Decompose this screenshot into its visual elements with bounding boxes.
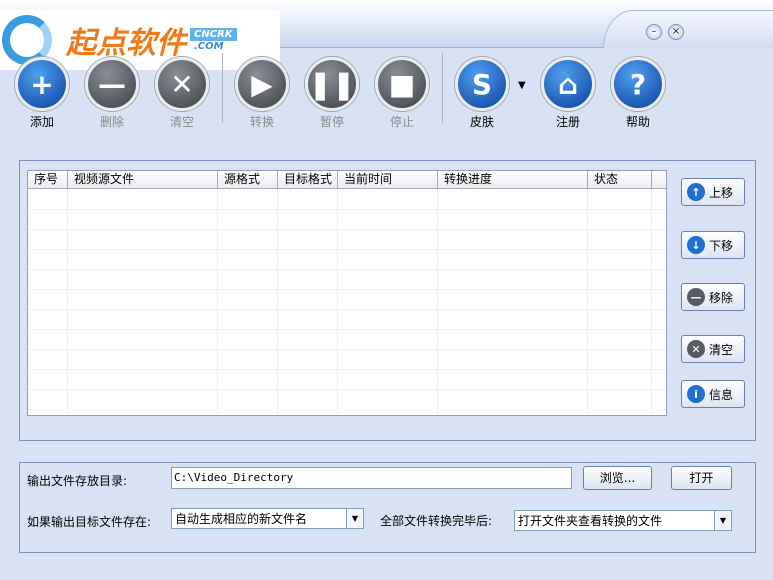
title-tab: – × [603, 10, 773, 48]
column-gridline [651, 189, 652, 415]
remove-label: 移除 [709, 290, 734, 305]
row-gridline [28, 349, 666, 350]
column-header[interactable]: 视频源文件 [68, 171, 218, 189]
remove-icon: — [687, 288, 705, 306]
move-up-button[interactable]: ↑ 上移 [681, 178, 745, 206]
column-header[interactable]: 序号 [28, 171, 68, 189]
logo-badge: CNCRK [190, 28, 237, 41]
stop-label: 停止 [389, 115, 414, 129]
column-gridline [277, 189, 278, 415]
convert-button[interactable]: ▶ 转换 [232, 57, 292, 130]
exists-label: 如果输出目标文件存在: [27, 515, 152, 529]
register-button[interactable]: ⌂ 注册 [538, 57, 598, 130]
add-icon: + [15, 57, 69, 111]
after-label: 全部文件转换完毕后: [380, 514, 493, 528]
skin-icon: S [455, 57, 509, 111]
output-dir-label: 输出文件存放目录: [27, 474, 128, 488]
column-header[interactable]: 状态 [588, 171, 652, 189]
column-header[interactable]: 源格式 [218, 171, 278, 189]
convert-icon: ▶ [235, 57, 289, 111]
add-button[interactable]: + 添加 [12, 57, 72, 130]
convert-label: 转换 [249, 115, 274, 129]
move-up-icon: ↑ [687, 183, 705, 201]
stop-button[interactable]: ■ 停止 [372, 57, 432, 130]
pause-label: 暂停 [319, 115, 344, 129]
skin-button[interactable]: S 皮肤 [452, 57, 512, 130]
output-dir-input[interactable]: C:\Video_Directory [171, 467, 572, 489]
move-down-label: 下移 [709, 238, 734, 253]
close-button[interactable]: × [668, 24, 684, 40]
move-down-button[interactable]: ↓ 下移 [681, 231, 745, 259]
open-button[interactable]: 打开 [671, 466, 732, 490]
row-gridline [28, 369, 666, 370]
row-gridline [28, 289, 666, 290]
clear-label: 清空 [169, 115, 194, 129]
logo-text: 起点软件 [66, 26, 186, 61]
column-header[interactable]: 转换进度 [438, 171, 588, 189]
delete-label: 删除 [99, 115, 124, 129]
skin-dropdown-icon[interactable]: ▼ [518, 80, 526, 91]
chevron-down-icon[interactable]: ▼ [714, 511, 731, 530]
column-header[interactable]: 目标格式 [278, 171, 338, 189]
info-button[interactable]: i 信息 [681, 380, 745, 408]
pause-button[interactable]: ❚❚ 暂停 [302, 57, 362, 130]
info-label: 信息 [709, 387, 734, 402]
column-gridline [337, 189, 338, 415]
after-value: 打开文件夹查看转换的文件 [518, 514, 663, 528]
file-table[interactable]: 序号 视频源文件 源格式 目标格式 当前时间 转换进度 状态 [27, 170, 667, 416]
pause-icon: ❚❚ [305, 57, 359, 111]
move-down-icon: ↓ [687, 236, 705, 254]
register-label: 注册 [555, 115, 580, 129]
after-select[interactable]: 打开文件夹查看转换的文件 ▼ [514, 510, 732, 531]
skin-label: 皮肤 [469, 115, 494, 129]
toolbar-separator [442, 53, 443, 123]
column-header[interactable]: 当前时间 [338, 171, 438, 189]
row-gridline [28, 309, 666, 310]
clear-icon: ✕ [155, 57, 209, 111]
exists-select[interactable]: 自动生成相应的新文件名 ▼ [171, 508, 364, 529]
row-gridline [28, 329, 666, 330]
toolbar-separator [222, 53, 223, 123]
chevron-down-icon[interactable]: ▼ [346, 509, 363, 528]
help-label: 帮助 [625, 115, 650, 129]
move-up-label: 上移 [709, 185, 734, 200]
stop-icon: ■ [375, 57, 429, 111]
column-gridline [217, 189, 218, 415]
clear-list-icon: ✕ [687, 340, 705, 358]
exists-value: 自动生成相应的新文件名 [175, 512, 308, 526]
column-gridline [587, 189, 588, 415]
row-gridline [28, 269, 666, 270]
info-icon: i [687, 385, 705, 403]
delete-icon: — [85, 57, 139, 111]
column-gridline [437, 189, 438, 415]
help-button[interactable]: ? 帮助 [608, 57, 668, 130]
row-gridline [28, 249, 666, 250]
clear-list-label: 清空 [709, 342, 734, 357]
minimize-button[interactable]: – [646, 24, 662, 40]
clear-list-button[interactable]: ✕ 清空 [681, 335, 745, 363]
logo-domain: .COM [194, 41, 224, 52]
delete-button[interactable]: — 删除 [82, 57, 142, 130]
row-gridline [28, 209, 666, 210]
remove-button[interactable]: — 移除 [681, 283, 745, 311]
clear-button[interactable]: ✕ 清空 [152, 57, 212, 130]
row-gridline [28, 389, 666, 390]
help-icon: ? [611, 57, 665, 111]
browse-button[interactable]: 浏览... [583, 466, 652, 490]
column-header-filler [652, 171, 666, 189]
register-icon: ⌂ [541, 57, 595, 111]
column-gridline [67, 189, 68, 415]
add-label: 添加 [29, 115, 54, 129]
row-gridline [28, 229, 666, 230]
row-gridline [28, 409, 666, 410]
